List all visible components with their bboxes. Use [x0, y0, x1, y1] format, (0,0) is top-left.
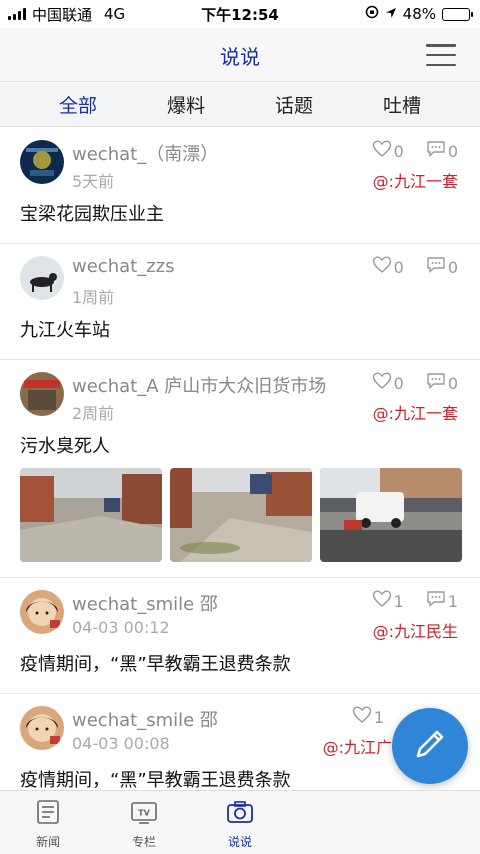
- nav-news-label: 新闻: [35, 835, 60, 849]
- post-stats: 0 0: [372, 140, 458, 162]
- heart-icon: [372, 140, 392, 162]
- like-button[interactable]: 0: [372, 140, 404, 162]
- like-button[interactable]: 1: [372, 590, 404, 612]
- like-button[interactable]: 0: [372, 372, 404, 394]
- heart-icon: [372, 256, 392, 278]
- channel-tag[interactable]: @:九江一套: [373, 400, 458, 424]
- app-header: 说说: [0, 28, 480, 82]
- tab-topics[interactable]: 话题: [267, 87, 321, 122]
- channel-tag[interactable]: @:九江广: [323, 734, 392, 758]
- news-icon: [36, 799, 60, 829]
- post-item[interactable]: wechat_A 庐山市大众旧货市场 2周前 0 0 @:九江一套 污水臭死人: [0, 360, 480, 578]
- svg-text:TV: TV: [138, 809, 150, 818]
- tv-icon: TV: [130, 799, 158, 829]
- post-item[interactable]: wechat_（南漂） 5天前 0 0 @:九江一套 宝梁花园欺压业主: [0, 128, 480, 244]
- post-time: 1周前: [72, 288, 115, 307]
- post-item[interactable]: wechat_smile 邵 04-03 00:12 1 1 @:九江民生 疫情…: [0, 578, 480, 694]
- comment-icon: [426, 590, 446, 612]
- channel-tag[interactable]: @:九江民生: [373, 618, 458, 642]
- avatar[interactable]: [20, 140, 64, 184]
- comment-count: 0: [447, 257, 458, 277]
- post-text[interactable]: 疫情期间，“黑”早教霸王退费条款: [20, 650, 291, 676]
- nav-columns[interactable]: TV 专栏: [96, 791, 192, 854]
- camera-icon: [226, 799, 254, 829]
- comment-button[interactable]: 1: [426, 590, 458, 612]
- post-author[interactable]: wechat_smile 邵: [72, 590, 218, 616]
- post-photo[interactable]: [320, 468, 462, 562]
- channel-tag[interactable]: @:九江一套: [373, 168, 458, 192]
- comment-button[interactable]: 0: [426, 140, 458, 162]
- post-stats: 0 0: [372, 256, 458, 278]
- like-count: 0: [393, 373, 404, 393]
- tab-all[interactable]: 全部: [51, 87, 105, 122]
- heart-icon: [372, 372, 392, 394]
- post-photo[interactable]: [20, 468, 162, 562]
- nav-news[interactable]: 新闻: [0, 791, 96, 854]
- post-author[interactable]: wechat_zzs: [72, 256, 174, 277]
- comment-icon: [426, 256, 446, 278]
- like-button[interactable]: 1: [352, 706, 384, 728]
- like-count: 1: [373, 707, 384, 727]
- comment-count: 1: [447, 591, 458, 611]
- page-title: 说说: [220, 45, 260, 69]
- battery-icon: [442, 7, 473, 21]
- nav-shuoshuo[interactable]: 说说: [192, 791, 288, 854]
- post-photo[interactable]: [170, 468, 312, 562]
- heart-icon: [352, 706, 372, 728]
- post-stats: 1: [352, 706, 384, 728]
- post-author[interactable]: wechat_（南漂）: [72, 140, 218, 166]
- tab-breaking[interactable]: 爆料: [159, 87, 213, 122]
- comment-button[interactable]: 0: [426, 372, 458, 394]
- post-time: 5天前: [72, 172, 115, 191]
- post-feed: wechat_（南漂） 5天前 0 0 @:九江一套 宝梁花园欺压业主 wech…: [0, 128, 480, 790]
- avatar[interactable]: [20, 706, 64, 750]
- post-time: 2周前: [72, 404, 115, 423]
- comment-icon: [426, 140, 446, 162]
- post-item[interactable]: wechat_zzs 1周前 0 0 九江火车站: [0, 244, 480, 360]
- post-text[interactable]: 宝梁花园欺压业主: [20, 200, 164, 226]
- avatar[interactable]: [20, 590, 64, 634]
- battery-percent: 48%: [402, 5, 436, 23]
- post-text[interactable]: 九江火车站: [20, 316, 110, 342]
- post-time: 04-03 00:08: [72, 734, 170, 753]
- like-count: 0: [393, 257, 404, 277]
- comment-icon: [426, 372, 446, 394]
- nav-shuoshuo-label: 说说: [227, 835, 252, 849]
- status-bar: 中国联通 4G 下午12:54 48%: [0, 0, 480, 28]
- comment-count: 0: [447, 141, 458, 161]
- post-author[interactable]: wechat_smile 邵: [72, 706, 218, 732]
- avatar[interactable]: [20, 256, 64, 300]
- compose-button[interactable]: [392, 708, 468, 784]
- location-icon: [385, 5, 397, 23]
- post-stats: 0 0: [372, 372, 458, 394]
- post-stats: 1 1: [372, 590, 458, 612]
- photo-grid: [20, 468, 462, 562]
- post-text[interactable]: 污水臭死人: [20, 432, 110, 458]
- like-count: 1: [393, 591, 404, 611]
- nav-columns-label: 专栏: [131, 835, 156, 849]
- pencil-icon: [410, 724, 450, 768]
- comment-button[interactable]: 0: [426, 256, 458, 278]
- rotation-lock-icon: [365, 5, 379, 23]
- heart-icon: [372, 590, 392, 612]
- tab-rant[interactable]: 吐槽: [375, 87, 429, 122]
- post-text[interactable]: 疫情期间，“黑”早教霸王退费条款: [20, 766, 291, 790]
- menu-icon[interactable]: [426, 44, 456, 66]
- bottom-nav: 新闻 TV 专栏 说说: [0, 790, 480, 854]
- comment-count: 0: [447, 373, 458, 393]
- category-tabs: 全部 爆料 话题 吐槽: [0, 83, 480, 127]
- post-author[interactable]: wechat_A 庐山市大众旧货市场: [72, 372, 326, 398]
- like-count: 0: [393, 141, 404, 161]
- avatar[interactable]: [20, 372, 64, 416]
- post-time: 04-03 00:12: [72, 618, 170, 637]
- like-button[interactable]: 0: [372, 256, 404, 278]
